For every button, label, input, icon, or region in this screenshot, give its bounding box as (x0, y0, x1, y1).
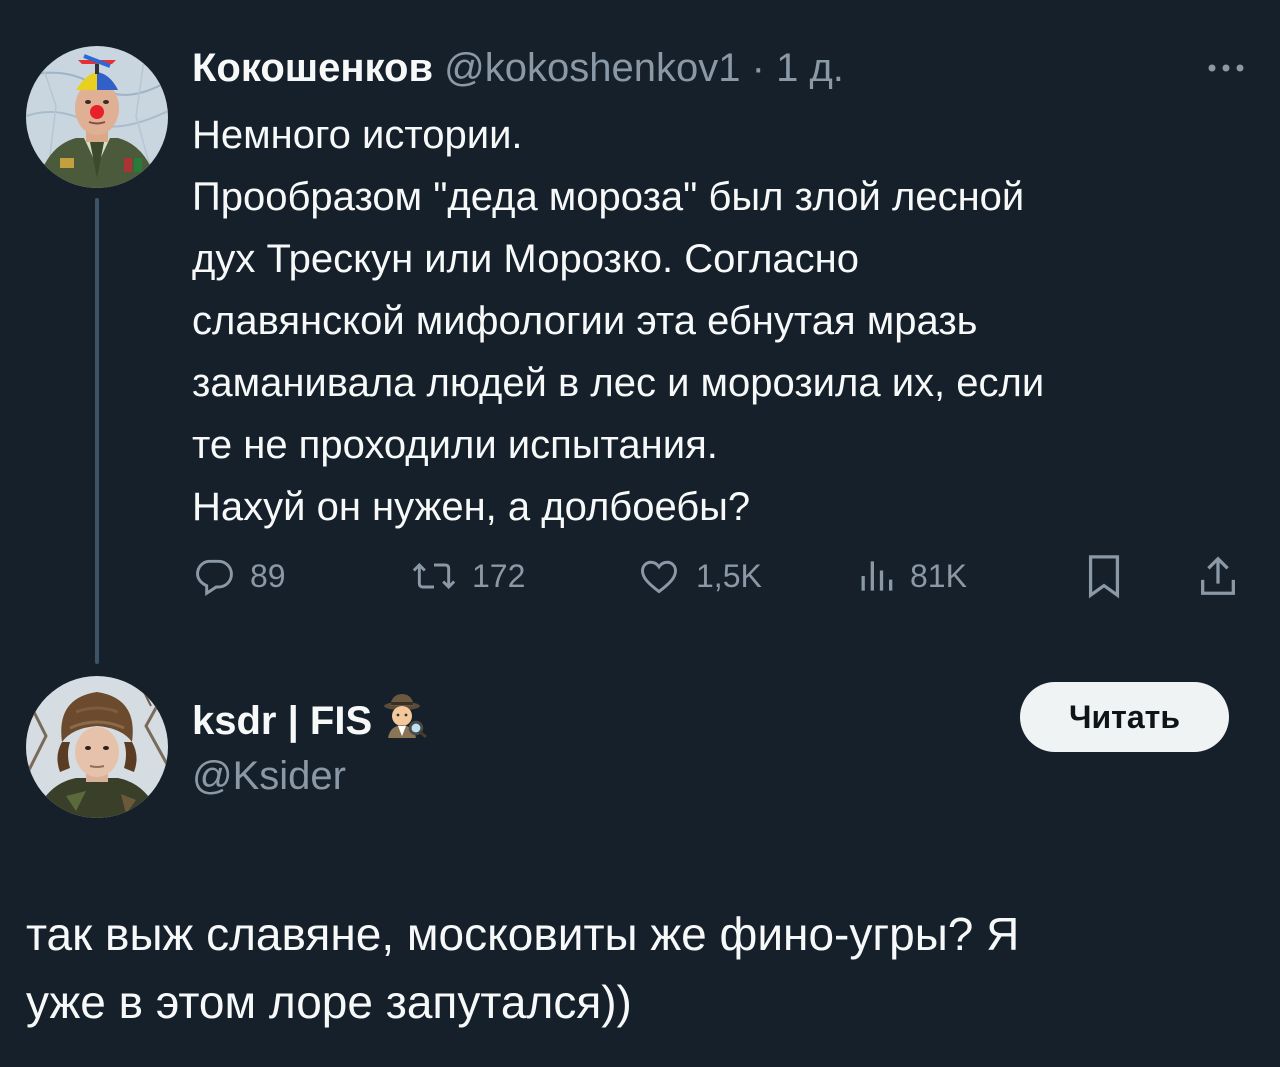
bookmark-button[interactable] (1084, 548, 1124, 604)
tweet-text-line: заманивала людей в лес и морозила их, ес… (192, 361, 1045, 405)
reply-count: 89 (250, 557, 286, 594)
tweet-header: Кокошенков @kokoshenkov1 · 1 д. (192, 42, 844, 94)
retweet-count: 172 (472, 557, 526, 594)
tweet-text-line: Нахуй он нужен, а долбоебы? (192, 485, 751, 529)
reply-author-avatar[interactable] (26, 676, 168, 818)
thread-line (95, 198, 99, 664)
tweet-time[interactable]: 1 д. (776, 46, 844, 90)
tweet-text-line: дух Трескун или Морозко. Согласно (192, 237, 860, 281)
more-icon[interactable] (1198, 48, 1254, 88)
tweet-text: Немного истории. Прообразом "деда мороза… (192, 104, 1252, 538)
reply-text: так выж славяне, московиты же фино-угры?… (26, 900, 1256, 1036)
views-icon (856, 554, 896, 598)
reply-text-line: так выж славяне, московиты же фино-угры?… (26, 908, 1020, 960)
views-button[interactable]: 81K (856, 548, 967, 604)
tweet-text-line: славянской мифологии эта ебнутая мразь (192, 299, 978, 343)
author-handle[interactable]: @kokoshenkov1 (444, 46, 740, 90)
like-button[interactable]: 1,5K (636, 548, 762, 604)
author-avatar[interactable] (26, 46, 168, 188)
tweet-text-line: Прообразом "деда мороза" был злой лесной (192, 175, 1025, 219)
reply-author-name[interactable]: ksdr | FIS (192, 690, 428, 751)
author-display-name[interactable]: Кокошенков (192, 46, 433, 90)
detective-emoji-icon (380, 690, 428, 751)
like-icon (636, 554, 682, 598)
bookmark-icon (1084, 553, 1124, 599)
share-icon (1196, 553, 1240, 599)
like-count: 1,5K (696, 557, 762, 594)
share-button[interactable] (1196, 548, 1240, 604)
tweet-actions: 89 172 1,5K 81K (192, 548, 1252, 604)
follow-button[interactable]: Читать (1020, 682, 1229, 752)
tweet-text-line: Немного истории. (192, 113, 523, 157)
reply-text-line: уже в этом лоре запутался)) (26, 976, 632, 1028)
separator-dot: · (751, 46, 765, 90)
retweet-icon (410, 554, 458, 598)
retweet-button[interactable]: 172 (410, 548, 525, 604)
tweet-text-line: те не проходили испытания. (192, 423, 718, 467)
reply-author-display-name[interactable]: ksdr | FIS (192, 695, 372, 747)
reply-icon (192, 554, 236, 598)
views-count: 81K (910, 557, 967, 594)
reply-button[interactable]: 89 (192, 548, 286, 604)
reply-author-handle[interactable]: @Ksider (192, 750, 346, 802)
